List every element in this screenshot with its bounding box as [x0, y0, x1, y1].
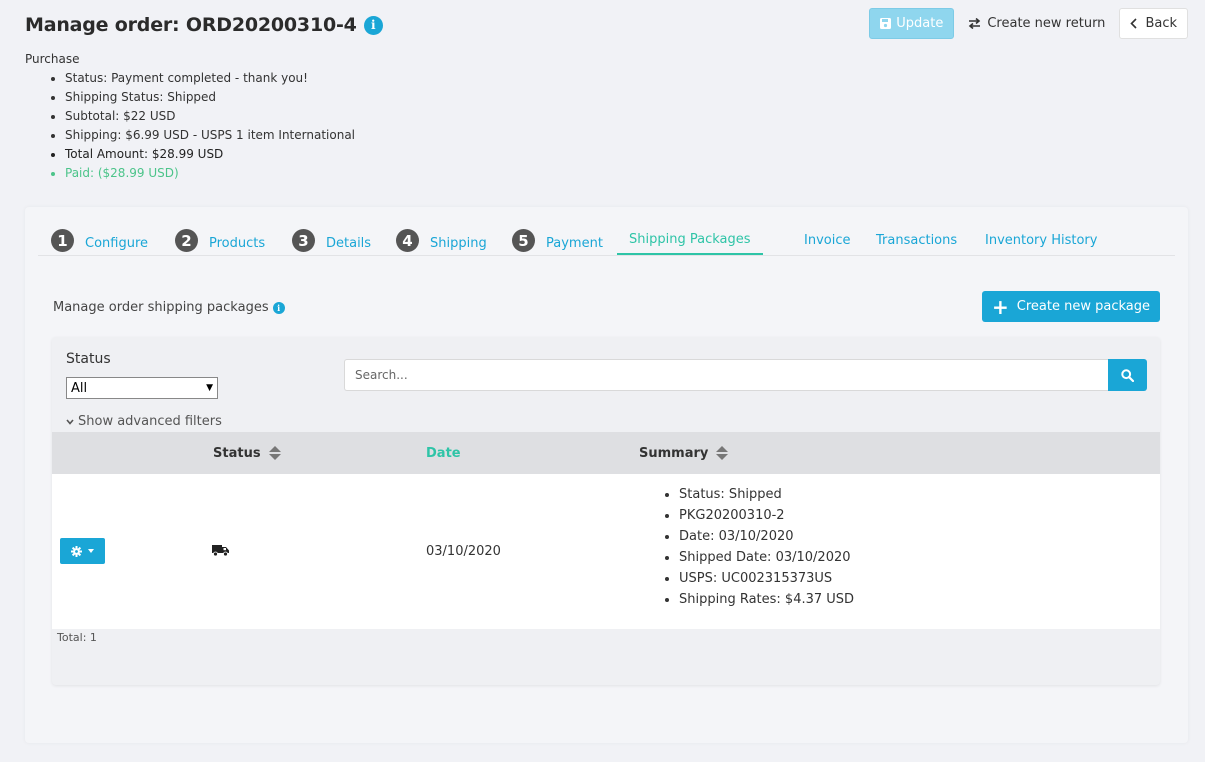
table-total: Total: 1	[57, 631, 97, 644]
back-button[interactable]: Back	[1119, 8, 1188, 39]
save-icon	[880, 18, 892, 29]
tab-label: Configure	[85, 236, 149, 251]
summary-item: USPS: UC002315373US	[679, 568, 854, 589]
create-package-label: Create new package	[1016, 299, 1150, 314]
sort-icon	[716, 446, 729, 460]
tab-label: Shipping Packages	[629, 231, 751, 247]
summary-item: Shipping Rates: $4.37 USD	[679, 589, 854, 610]
info-icon[interactable]: i	[272, 301, 285, 314]
column-summary[interactable]: Summary	[639, 432, 729, 474]
purchase-heading: Purchase	[25, 52, 80, 66]
purchase-list: Status: Payment completed - thank you! S…	[65, 69, 355, 183]
purchase-paid: Paid: ($28.99 USD)	[65, 164, 355, 183]
order-card: 1 Configure 2 Products 3 Details 4 Shipp…	[25, 207, 1188, 743]
summary-item: Date: 03/10/2020	[679, 526, 854, 547]
step-number: 1	[51, 229, 74, 252]
purchase-total: Total Amount: $28.99 USD	[65, 145, 355, 164]
tab-label: Payment	[546, 236, 603, 251]
page-title-text: Manage order: ORD20200310-4	[25, 14, 357, 36]
update-button[interactable]: Update	[869, 8, 955, 39]
tab-shipping-packages[interactable]: Shipping Packages	[617, 225, 763, 255]
table-header: Status Date Summary	[52, 432, 1160, 474]
summary-item: Shipped Date: 03/10/2020	[679, 547, 854, 568]
info-icon[interactable]: i	[363, 15, 383, 35]
chevron-left-icon	[1130, 18, 1138, 29]
create-return-button[interactable]: Create new return	[954, 8, 1119, 39]
tab-transactions[interactable]: Transactions	[876, 225, 957, 256]
tab-products[interactable]: 2 Products	[175, 225, 265, 256]
purchase-subtotal: Subtotal: $22 USD	[65, 107, 355, 126]
tab-label: Invoice	[804, 233, 851, 248]
manage-packages-label: Manage order shipping packages i	[53, 300, 285, 315]
exchange-icon	[969, 18, 981, 29]
tab-label: Inventory History	[985, 233, 1098, 248]
tab-configure[interactable]: 1 Configure	[51, 225, 148, 256]
search-bar	[344, 359, 1147, 391]
purchase-summary: Purchase Status: Payment completed - tha…	[25, 50, 355, 183]
step-number: 5	[512, 229, 535, 252]
tab-details[interactable]: 3 Details	[292, 225, 371, 256]
create-package-button[interactable]: + Create new package	[982, 291, 1160, 322]
advanced-filters-label: Show advanced filters	[78, 414, 222, 429]
column-status-label: Status	[213, 445, 261, 461]
step-number: 4	[396, 229, 419, 252]
row-actions-button[interactable]	[60, 538, 105, 564]
summary-item: Status: Shipped	[679, 484, 854, 505]
status-filter-label: Status	[66, 351, 111, 367]
tab-label: Shipping	[430, 236, 487, 251]
step-number: 2	[175, 229, 198, 252]
gear-icon	[71, 545, 82, 557]
caret-down-icon	[88, 549, 94, 553]
advanced-filters-toggle[interactable]: Show advanced filters	[66, 414, 222, 429]
table-row: 03/10/2020 Status: Shipped PKG20200310-2…	[52, 474, 1160, 629]
create-return-label: Create new return	[987, 16, 1106, 31]
search-button[interactable]	[1108, 359, 1147, 391]
column-date[interactable]: Date	[426, 432, 461, 474]
packages-panel: Status All ▼ Show advanced filters Statu…	[52, 337, 1160, 685]
sort-icon	[268, 446, 281, 460]
row-date: 03/10/2020	[426, 544, 501, 559]
status-select[interactable]: All ▼	[66, 377, 218, 399]
purchase-shipping-status: Shipping Status: Shipped	[65, 88, 355, 107]
tab-payment[interactable]: 5 Payment	[512, 225, 603, 256]
manage-packages-text: Manage order shipping packages	[53, 300, 269, 315]
truck-icon	[212, 544, 230, 561]
column-date-label: Date	[426, 445, 461, 461]
summary-item: PKG20200310-2	[679, 505, 854, 526]
tab-label: Products	[209, 236, 266, 251]
column-status[interactable]: Status	[213, 432, 281, 474]
dropdown-arrow-icon: ▼	[206, 383, 213, 393]
search-icon	[1121, 368, 1134, 382]
tab-inventory-history[interactable]: Inventory History	[985, 225, 1097, 256]
tab-label: Details	[326, 236, 372, 251]
purchase-shipping: Shipping: $6.99 USD - USPS 1 item Intern…	[65, 126, 355, 145]
row-summary: Status: Shipped PKG20200310-2 Date: 03/1…	[639, 484, 854, 610]
step-number: 3	[292, 229, 315, 252]
purchase-status: Status: Payment completed - thank you!	[65, 69, 355, 88]
plus-icon: +	[992, 294, 1009, 319]
order-tabs: 1 Configure 2 Products 3 Details 4 Shipp…	[38, 225, 1175, 256]
update-label: Update	[896, 16, 944, 31]
tab-label: Transactions	[876, 233, 958, 248]
chevron-down-icon	[66, 418, 74, 425]
tab-invoice[interactable]: Invoice	[804, 225, 850, 256]
column-summary-label: Summary	[639, 445, 709, 461]
tab-shipping[interactable]: 4 Shipping	[396, 225, 487, 256]
page-title: Manage order: ORD20200310-4 i	[25, 14, 383, 36]
search-input[interactable]	[344, 359, 1108, 391]
status-select-value: All	[71, 380, 88, 396]
top-actions: Update Create new return Back	[869, 8, 1188, 39]
back-label: Back	[1145, 16, 1177, 31]
